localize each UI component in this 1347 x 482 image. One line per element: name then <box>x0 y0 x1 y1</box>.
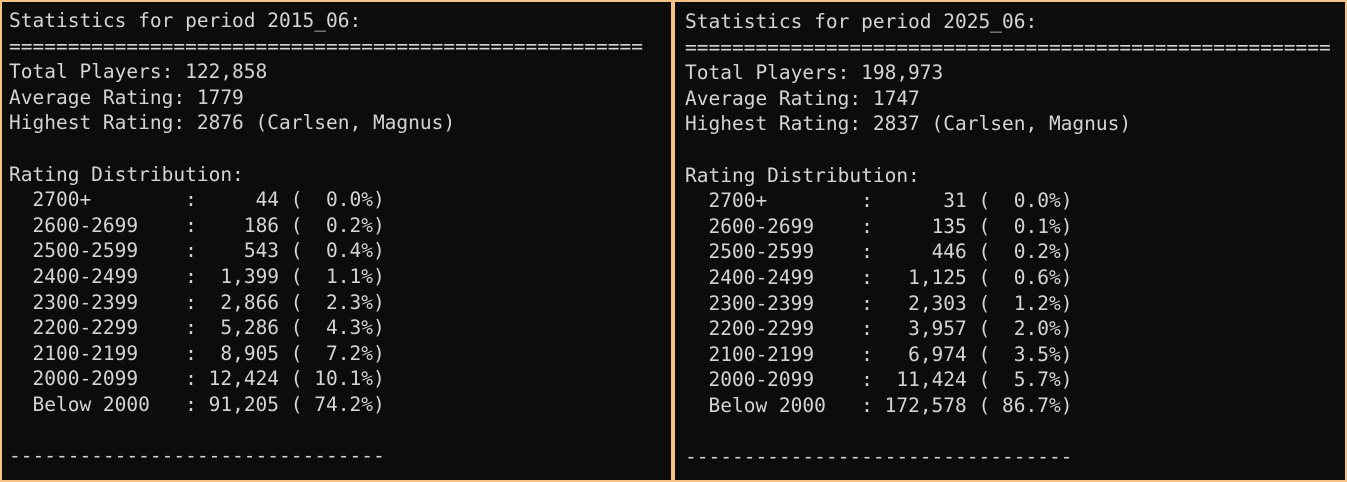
row-count: 446 <box>931 240 967 264</box>
row-count: 186 <box>243 213 280 237</box>
distribution-row: 2300-2399 : 2,303 ( 1.2%) <box>708 291 1073 315</box>
row-count: 11,424 <box>896 368 967 392</box>
terminal-pane-2015[interactable]: Statistics for period 2015_06: ==========… <box>0 0 673 482</box>
row-count: 12,424 <box>208 367 280 391</box>
average-rating: Average Rating: 1747 <box>685 86 920 110</box>
highest-rating: Highest Rating: 2876 (Carlsen, Magnus) <box>9 111 456 135</box>
row-percent: 10.1 <box>314 367 362 391</box>
row-count: 2,866 <box>220 290 280 314</box>
stats-title: Statistics for period 2025_06: <box>685 10 1038 33</box>
distribution-row: 2700+ : 31 ( 0.0%) <box>708 189 1073 213</box>
highest-rating: Highest Rating: 2837 (Carlsen, Magnus) <box>685 112 1132 136</box>
distribution-row: Below 2000 : 172,578 ( 86.7%) <box>708 393 1073 417</box>
separator-line: ========================================… <box>685 35 1331 59</box>
row-count: 5,286 <box>220 316 280 340</box>
row-count: 1,399 <box>220 264 280 288</box>
row-percent: 2.3 <box>326 290 362 314</box>
row-label: 2300-2399 <box>708 291 815 315</box>
row-label: 2000-2099 <box>708 368 815 392</box>
row-percent: 0.2 <box>326 213 362 237</box>
row-percent: 0.2 <box>1013 240 1049 264</box>
distribution-title: Rating Distribution: <box>685 163 920 187</box>
row-label: 2600-2699 <box>32 213 139 237</box>
row-label: 2300-2399 <box>32 290 139 314</box>
stats-title: Statistics for period 2015_06: <box>9 9 362 32</box>
distribution-row: 2600-2699 : 135 ( 0.1%) <box>708 214 1073 238</box>
row-label: 2500-2599 <box>708 240 815 264</box>
row-percent: 5.7 <box>1013 368 1049 392</box>
terminal-pane-2025[interactable]: Statistics for period 2025_06: ==========… <box>673 0 1347 482</box>
distribution-row: 2200-2299 : 3,957 ( 2.0%) <box>708 317 1073 341</box>
distribution-row: 2400-2499 : 1,399 ( 1.1%) <box>32 264 385 288</box>
footer-line: --------------------------------- <box>685 445 1073 469</box>
row-label: 2200-2299 <box>708 317 815 341</box>
row-percent: 0.0 <box>326 188 362 212</box>
distribution-row: 2500-2599 : 543 ( 0.4%) <box>32 239 385 263</box>
row-count: 3,957 <box>908 317 967 341</box>
row-count: 172,578 <box>884 393 967 417</box>
row-percent: 0.4 <box>326 239 362 263</box>
distribution-row: 2300-2399 : 2,866 ( 2.3%) <box>32 290 385 314</box>
row-label: 2400-2499 <box>32 264 139 288</box>
row-percent: 3.5 <box>1013 342 1049 366</box>
row-percent: 1.1 <box>326 264 362 288</box>
row-label: 2700+ <box>32 188 92 212</box>
row-percent: 86.7 <box>1002 393 1049 417</box>
distribution-title: Rating Distribution: <box>9 162 244 186</box>
row-label: 2100-2199 <box>32 341 139 365</box>
distribution-row: 2700+ : 44 ( 0.0%) <box>32 188 385 212</box>
distribution-row: 2000-2099 : 11,424 ( 5.7%) <box>708 368 1073 392</box>
row-count: 44 <box>255 188 280 212</box>
total-players: Total Players: 198,973 <box>685 61 944 85</box>
distribution-row: 2600-2699 : 186 ( 0.2%) <box>32 213 385 237</box>
row-count: 31 <box>943 189 967 213</box>
row-percent: 0.1 <box>1013 214 1049 238</box>
row-label: 2400-2499 <box>708 265 815 289</box>
row-percent: 4.3 <box>326 316 362 340</box>
row-percent: 2.0 <box>1013 317 1049 341</box>
row-label: 2100-2199 <box>708 342 815 366</box>
distribution-row: 2100-2199 : 6,974 ( 3.5%) <box>708 342 1073 366</box>
row-label: 2200-2299 <box>32 316 139 340</box>
distribution-row: 2200-2299 : 5,286 ( 4.3%) <box>32 316 385 340</box>
row-label: 2000-2099 <box>32 367 139 391</box>
row-percent: 74.2 <box>314 392 362 416</box>
row-count: 1,125 <box>908 265 967 289</box>
row-percent: 7.2 <box>326 341 362 365</box>
separator-line: ========================================… <box>9 34 643 58</box>
total-players: Total Players: 122,858 <box>9 60 268 84</box>
row-label: 2600-2699 <box>708 214 815 238</box>
distribution-row: Below 2000 : 91,205 ( 74.2%) <box>32 392 385 416</box>
distribution-row: 2000-2099 : 12,424 ( 10.1%) <box>32 367 385 391</box>
row-percent: 0.6 <box>1013 265 1049 289</box>
footer-line: -------------------------------- <box>9 444 385 468</box>
terminal-output: Statistics for period 2025_06: ==========… <box>685 9 1331 470</box>
row-label: Below 2000 <box>708 393 826 417</box>
row-count: 543 <box>243 239 280 263</box>
row-label: 2500-2599 <box>32 239 139 263</box>
row-label: Below 2000 <box>32 392 150 416</box>
row-count: 135 <box>931 214 967 238</box>
row-percent: 0.0 <box>1013 189 1049 213</box>
row-count: 2,303 <box>908 291 967 315</box>
terminal-output: Statistics for period 2015_06: ==========… <box>9 8 643 469</box>
row-count: 8,905 <box>220 341 280 365</box>
row-count: 6,974 <box>908 342 967 366</box>
average-rating: Average Rating: 1779 <box>9 85 244 109</box>
row-percent: 1.2 <box>1013 291 1049 315</box>
distribution-row: 2100-2199 : 8,905 ( 7.2%) <box>32 341 385 365</box>
row-count: 91,205 <box>208 392 280 416</box>
distribution-row: 2500-2599 : 446 ( 0.2%) <box>708 240 1073 264</box>
distribution-row: 2400-2499 : 1,125 ( 0.6%) <box>708 265 1073 289</box>
row-label: 2700+ <box>708 189 768 213</box>
